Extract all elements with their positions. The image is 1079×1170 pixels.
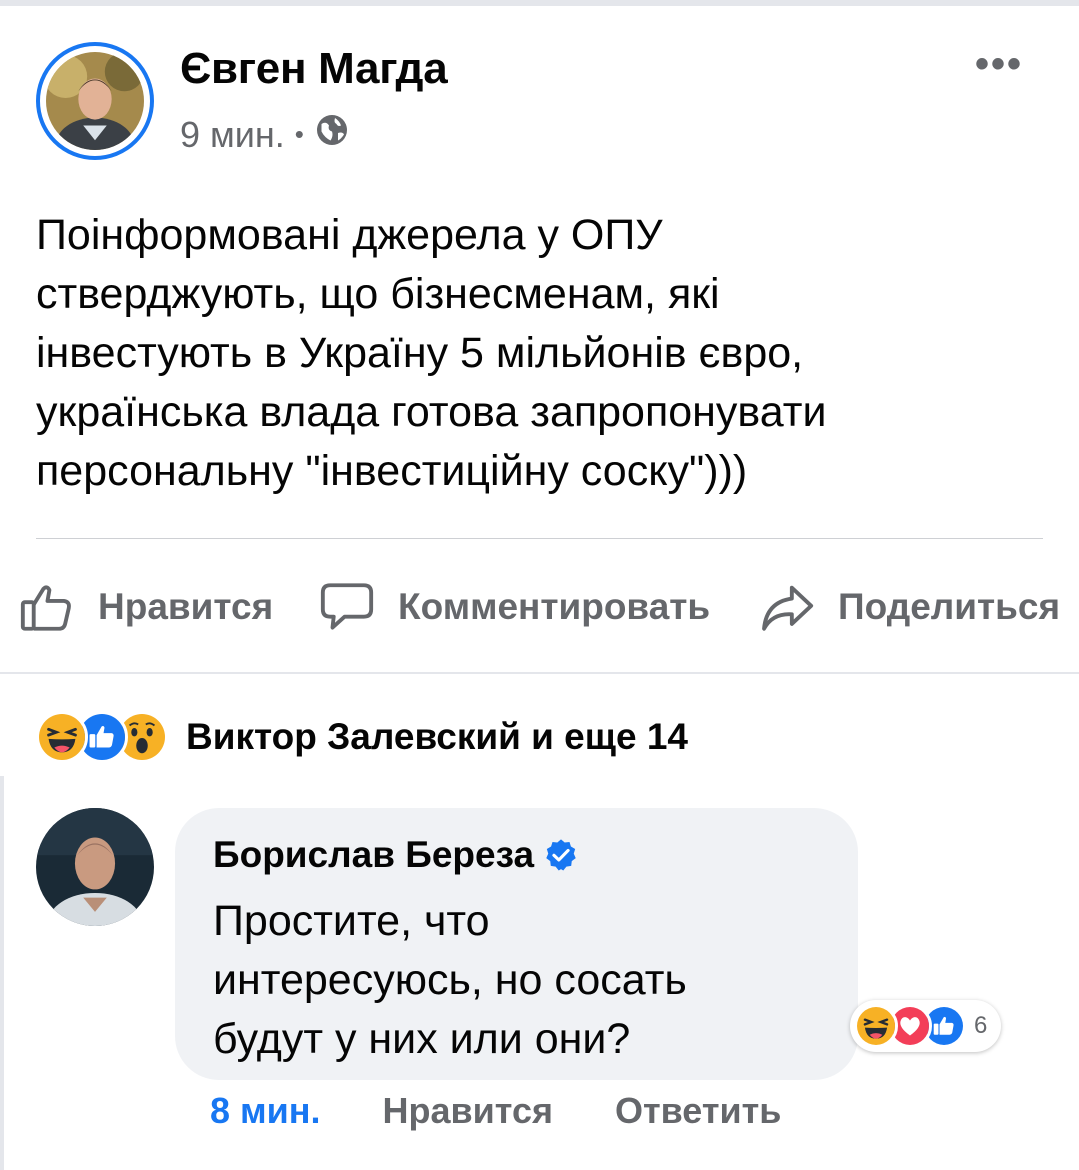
- thumbs-up-icon: [20, 585, 71, 631]
- verified-badge-icon: [546, 839, 576, 871]
- comment-thread-line: [0, 776, 4, 1170]
- share-arrow-icon: [762, 585, 814, 631]
- comment-button[interactable]: Комментировать: [318, 570, 710, 644]
- comment-like-link[interactable]: Нравится: [383, 1090, 553, 1132]
- post-author-name[interactable]: Євген Магда: [180, 44, 448, 94]
- post-divider: [36, 538, 1043, 539]
- commenter-name-row: Борислав Береза: [213, 834, 578, 876]
- meta-separator: •: [294, 119, 304, 149]
- comment-reactions[interactable]: 6: [850, 1000, 1002, 1052]
- post-actions: Нравится Комментировать Поделиться: [0, 570, 1079, 644]
- comment-reaction-count: 6: [974, 1012, 988, 1039]
- commenter-name[interactable]: Борислав Береза: [213, 834, 534, 876]
- comment-label: Комментировать: [398, 586, 711, 627]
- reactions-summary[interactable]: Виктор Залевский и еще 14: [36, 706, 688, 768]
- post-text: Поінформовані джерела у ОПУ стверджують,…: [36, 211, 827, 495]
- comment-bubble-icon: [320, 583, 374, 630]
- haha-reaction-icon: [36, 711, 88, 763]
- post-meta: 9 мин. •: [180, 112, 350, 157]
- more-dots-icon[interactable]: •••: [975, 44, 1023, 84]
- share-label: Поделиться: [838, 586, 1061, 627]
- haha-reaction-icon: [854, 1004, 898, 1048]
- globe-icon: [314, 112, 350, 157]
- commenter-avatar[interactable]: [36, 808, 154, 926]
- post-time[interactable]: 9 мин.: [180, 114, 285, 156]
- like-label: Нравится: [98, 586, 274, 627]
- like-button[interactable]: Нравится: [18, 570, 273, 644]
- comment-bubble[interactable]: Борислав Береза Простите, что интересуюс…: [175, 808, 858, 1080]
- reactions-summary-text[interactable]: Виктор Залевский и еще 14: [186, 716, 688, 758]
- comment-time[interactable]: 8 мин.: [210, 1090, 321, 1132]
- comment-footer: 8 мин. Нравится Ответить: [210, 1090, 843, 1132]
- author-avatar[interactable]: [36, 42, 154, 160]
- comment-reply-link[interactable]: Ответить: [615, 1090, 781, 1132]
- comment-text: Простите, что интересуюсь, но сосать буд…: [213, 897, 687, 1063]
- section-separator: [0, 672, 1079, 674]
- share-button[interactable]: Поделиться: [758, 570, 1060, 644]
- top-divider: [0, 0, 1079, 6]
